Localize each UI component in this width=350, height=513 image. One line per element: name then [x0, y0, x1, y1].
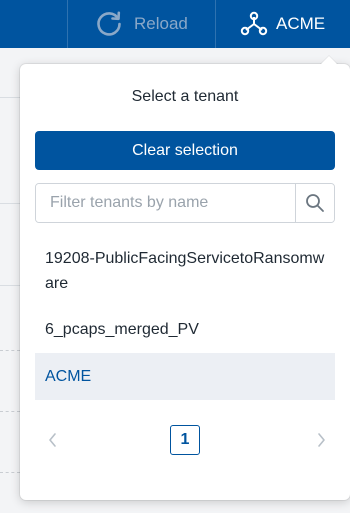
- top-navbar: Reload ACME: [0, 0, 350, 48]
- tenant-list-item[interactable]: 6_pcaps_merged_PV: [35, 306, 335, 353]
- tenant-selector-button[interactable]: ACME: [216, 0, 350, 48]
- tenant-dropdown: Select a tenant Clear selection 19208-Pu…: [20, 56, 350, 500]
- background-gridline: [0, 411, 20, 412]
- clear-selection-button[interactable]: Clear selection: [35, 131, 335, 170]
- background-divider: [0, 97, 20, 98]
- reload-button[interactable]: Reload: [80, 0, 210, 48]
- reload-label: Reload: [134, 14, 188, 33]
- next-page-button[interactable]: [311, 430, 331, 450]
- page-number-current[interactable]: 1: [170, 425, 200, 455]
- dropdown-caret: [320, 56, 338, 65]
- pagination: 1: [35, 425, 335, 455]
- reload-icon: [94, 9, 124, 39]
- tenant-list: 19208-PublicFacingServicetoRansomware 6_…: [35, 236, 335, 400]
- chevron-left-icon: [47, 432, 59, 448]
- tenant-list-item[interactable]: 19208-PublicFacingServicetoRansomware: [35, 236, 335, 306]
- background-divider: [0, 203, 20, 204]
- search-icon: [305, 193, 325, 213]
- background-divider: [0, 285, 20, 286]
- tenant-filter-group: [35, 183, 335, 223]
- dropdown-title: Select a tenant: [131, 88, 239, 105]
- current-tenant-label: ACME: [276, 14, 326, 33]
- search-button[interactable]: [295, 184, 334, 222]
- chevron-right-icon: [315, 432, 327, 448]
- previous-page-button[interactable]: [43, 430, 63, 450]
- background-gridline: [0, 472, 20, 473]
- tenant-list-item-selected[interactable]: ACME: [35, 353, 335, 400]
- tenant-filter-input[interactable]: [36, 184, 295, 222]
- navbar-separator: [67, 0, 68, 48]
- background-gridline: [0, 350, 20, 351]
- tenant-network-icon: [240, 11, 268, 37]
